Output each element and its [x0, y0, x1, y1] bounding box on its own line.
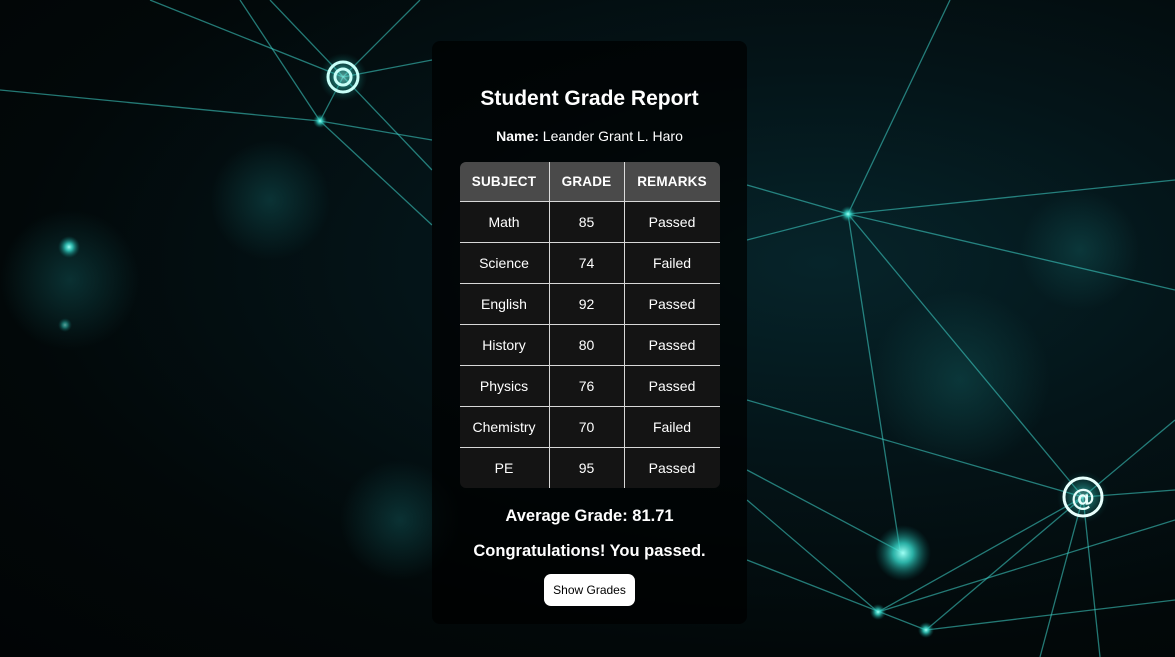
- svg-text:@: @: [1071, 484, 1095, 512]
- subject-cell: Science: [459, 242, 550, 284]
- column-header-grade: GRADE: [549, 162, 625, 202]
- remarks-cell: Failed: [624, 406, 720, 448]
- subject-cell: Math: [459, 201, 550, 243]
- grade-cell: 92: [549, 283, 625, 325]
- table-row: Science 74 Failed: [459, 242, 720, 284]
- table-header-row: SUBJECT GRADE REMARKS: [459, 162, 720, 202]
- column-header-subject: SUBJECT: [459, 162, 550, 202]
- remarks-cell: Passed: [624, 447, 720, 488]
- table-row: Physics 76 Passed: [459, 365, 720, 407]
- grade-cell: 85: [549, 201, 625, 243]
- remarks-cell: Failed: [624, 242, 720, 284]
- subject-cell: History: [459, 324, 550, 366]
- grades-table-container: SUBJECT GRADE REMARKS Math 85 Passed Sci…: [459, 162, 720, 488]
- table-row: Math 85 Passed: [459, 201, 720, 243]
- remarks-cell: Passed: [624, 324, 720, 366]
- subject-cell: Chemistry: [459, 406, 550, 448]
- remarks-cell: Passed: [624, 365, 720, 407]
- result-message: Congratulations! You passed.: [473, 542, 706, 560]
- student-name: Leander Grant L. Haro: [542, 128, 683, 144]
- column-header-remarks: REMARKS: [624, 162, 720, 202]
- table-row: English 92 Passed: [459, 283, 720, 325]
- grade-cell: 70: [549, 406, 625, 448]
- subject-cell: English: [459, 283, 550, 325]
- subject-cell: Physics: [459, 365, 550, 407]
- name-label: Name:: [496, 128, 539, 144]
- grades-table: SUBJECT GRADE REMARKS Math 85 Passed Sci…: [459, 162, 720, 488]
- grade-report-card: Student Grade Report Name: Leander Grant…: [432, 41, 747, 624]
- table-row: PE 95 Passed: [459, 447, 720, 488]
- grade-cell: 95: [549, 447, 625, 488]
- show-grades-button[interactable]: Show Grades: [544, 574, 635, 606]
- student-name-row: Name: Leander Grant L. Haro: [432, 128, 747, 144]
- remarks-cell: Passed: [624, 201, 720, 243]
- page-title: Student Grade Report: [480, 87, 699, 110]
- table-row: History 80 Passed: [459, 324, 720, 366]
- average-grade: Average Grade: 81.71: [505, 507, 674, 525]
- remarks-cell: Passed: [624, 283, 720, 325]
- grade-cell: 80: [549, 324, 625, 366]
- grade-cell: 74: [549, 242, 625, 284]
- at-sign-icon: @: [1057, 471, 1109, 523]
- grade-cell: 76: [549, 365, 625, 407]
- subject-cell: PE: [459, 447, 550, 488]
- table-row: Chemistry 70 Failed: [459, 406, 720, 448]
